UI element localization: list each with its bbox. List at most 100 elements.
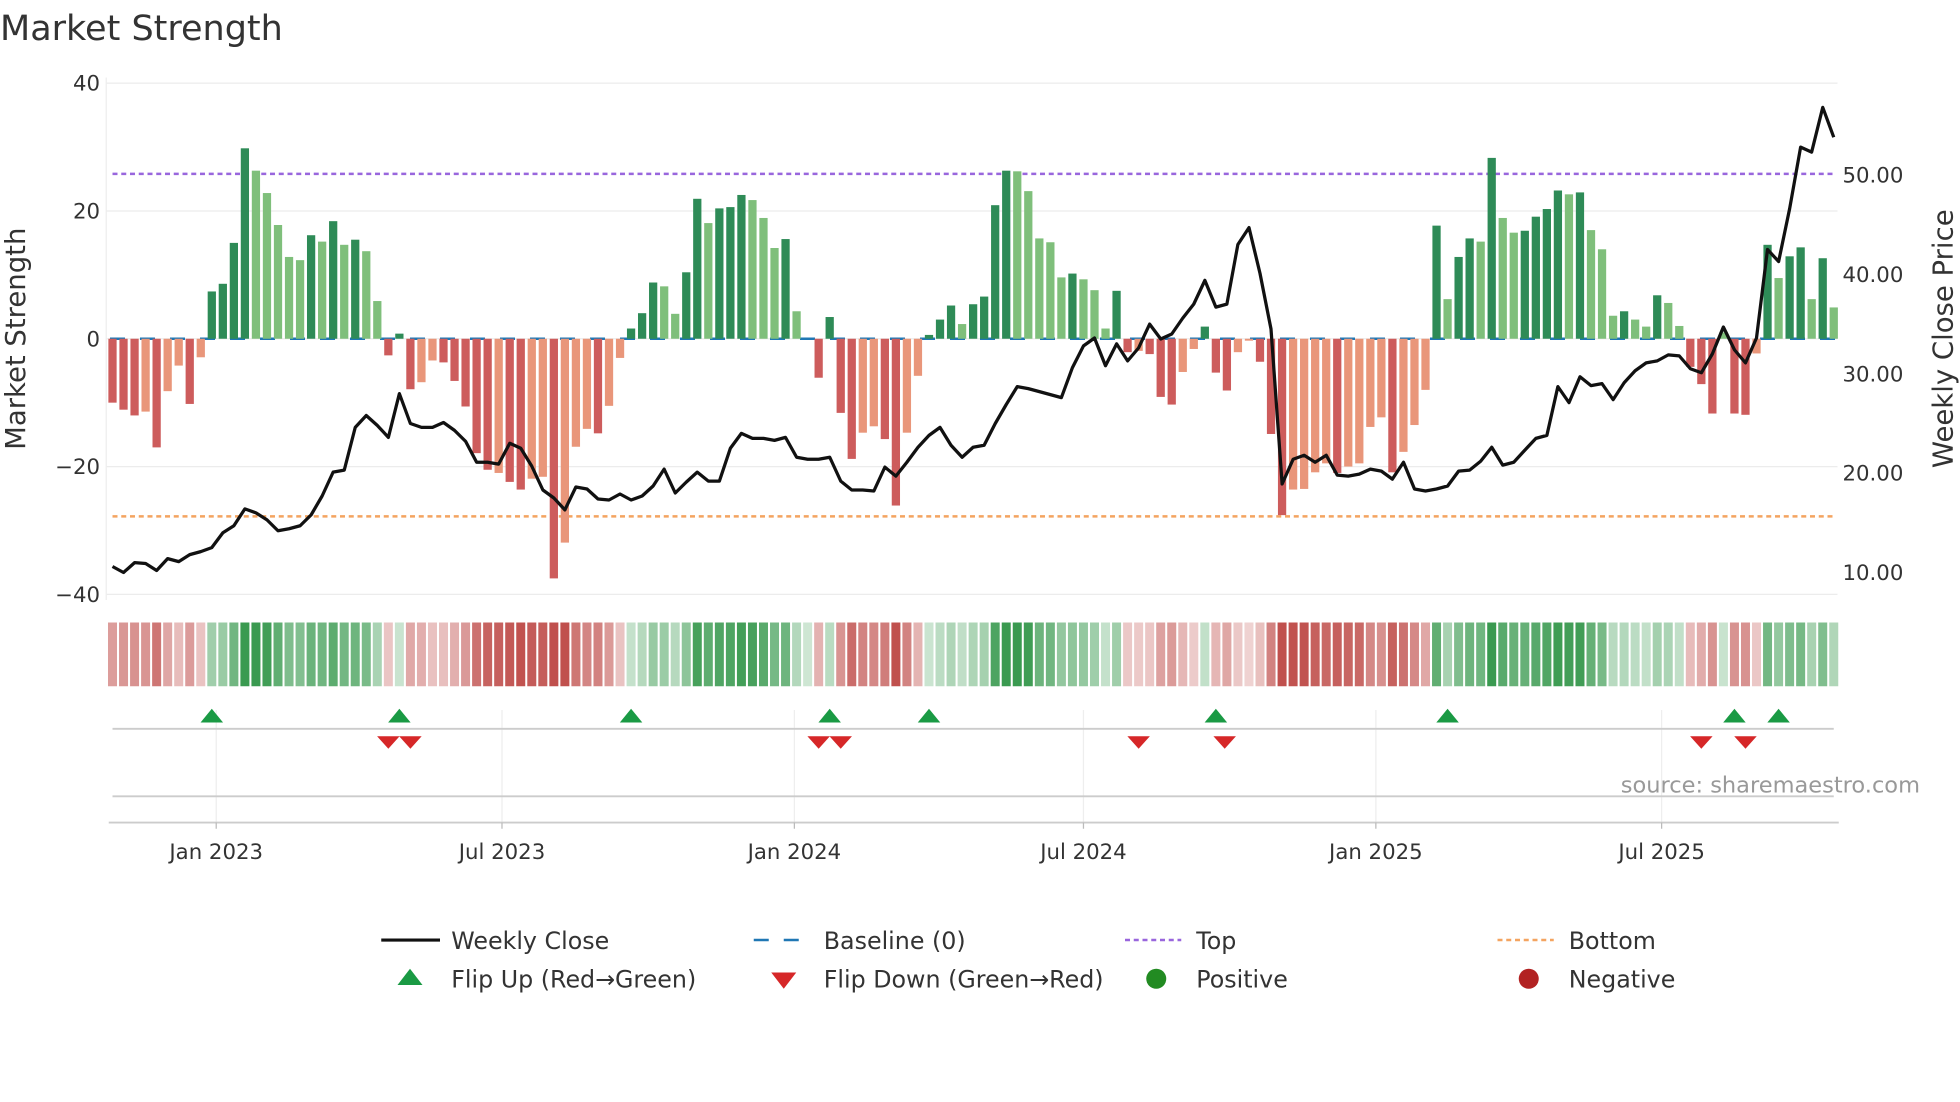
strip-cell [1112,622,1122,687]
positive-bar [693,198,702,339]
negative-bar [836,338,845,413]
strip-cell [416,622,426,687]
x-tick-label: Jan 2023 [167,840,263,865]
negative-bar [119,338,128,410]
legend-bottom: Bottom [1569,927,1656,955]
positive-bar [1785,256,1794,339]
negative-bar [384,338,393,356]
flip-up-marker [1767,708,1790,723]
strip-cell [306,622,316,687]
negative-bar [858,338,867,433]
strip-cell [1332,622,1342,687]
strip-cell [240,622,250,687]
negative-bar [1300,338,1309,489]
positive-bar [1553,190,1563,339]
strip-cell [1652,622,1662,687]
strip-cell [1089,622,1099,687]
negative-bar [560,338,570,543]
positive-bar [240,148,250,339]
negative-bar [152,338,161,448]
x-tick-label: Jul 2023 [457,840,545,865]
positive-bar [1068,273,1077,339]
strip-cell [648,622,658,687]
strip-cell [1067,622,1077,687]
strip-cell [251,622,261,687]
strip-cell [1156,622,1166,687]
strip-cell [814,622,824,687]
positive-bar [1531,216,1540,339]
negative-bar [494,338,503,473]
strip-cell [405,622,415,687]
strip-cell [935,622,945,687]
strip-cell [1045,622,1055,687]
negative-bar [814,338,823,378]
strip-cell [1443,622,1453,687]
strength-heat-strip [108,622,1839,687]
negative-bar [1741,338,1750,415]
strip-cell [1674,622,1684,687]
positive-bar [991,205,1000,339]
positive-bar [1509,232,1518,339]
strip-cell [1619,622,1629,687]
negative-bar [450,338,459,381]
strip-cell [1255,622,1265,687]
strip-cell [1233,622,1243,687]
strip-cell [770,622,780,687]
strip-cell [207,622,217,687]
y2-tick-label: 50.00 [1843,164,1904,189]
negative-bar [604,338,614,406]
strip-cell [383,622,393,687]
positive-bar [229,242,238,339]
legend: Weekly Close Baseline (0) Top Bottom Fli… [381,927,1675,994]
negative-bar [891,338,901,506]
flip-up-marker [388,708,411,723]
strip-cell [924,622,934,687]
strip-cell [152,622,162,687]
strip-cell [1752,622,1762,687]
strip-cell [1288,622,1298,687]
strip-cell [1818,622,1828,687]
flip-down-marker [1690,736,1713,749]
legend-baseline: Baseline (0) [824,927,966,955]
positive-bar [980,296,989,339]
flip-up-marker [818,708,841,723]
strip-cell [1244,622,1254,687]
negative-bar [1123,338,1132,353]
negative-bar [1167,338,1176,405]
negative-bar [1222,338,1232,391]
strip-cell [703,622,713,687]
positive-bar [318,241,327,339]
strip-cell [946,622,956,687]
strip-cell [681,622,691,687]
negative-bar [1211,338,1220,373]
strip-cell [891,622,901,687]
positive-bar [825,317,834,339]
positive-bar [1079,279,1088,339]
market-strength-chart: Market Strength 40 20 0 −20 −40 50.00 40.00 30.… [0,9,1960,994]
strip-cell [1277,622,1287,687]
strip-cell [1376,622,1386,687]
x-tick-label: Jan 2024 [746,840,842,865]
y-tick-label: −20 [55,455,100,480]
positive-bar [1432,225,1441,339]
positive-bar [726,207,735,339]
strip-cell [1398,622,1408,687]
positive-bar [704,223,713,339]
positive-bar [1653,295,1662,339]
negative-bar [913,338,923,376]
legend-flip-down: Flip Down (Green→Red) [824,966,1104,994]
strip-cell [185,622,195,687]
strip-cell [1266,622,1276,687]
positive-bar [1476,241,1485,339]
positive-bar [1642,326,1651,339]
positive-dot-icon [1146,968,1167,989]
negative-bar [1178,338,1187,372]
flip-down-marker [829,736,852,749]
strip-cell [736,622,746,687]
positive-bar [1024,191,1033,339]
flip-up-marker [619,708,643,723]
positive-bar [1112,290,1121,339]
strip-cell [990,622,1000,687]
strip-cell [372,622,382,687]
negative-bar [1686,338,1695,367]
